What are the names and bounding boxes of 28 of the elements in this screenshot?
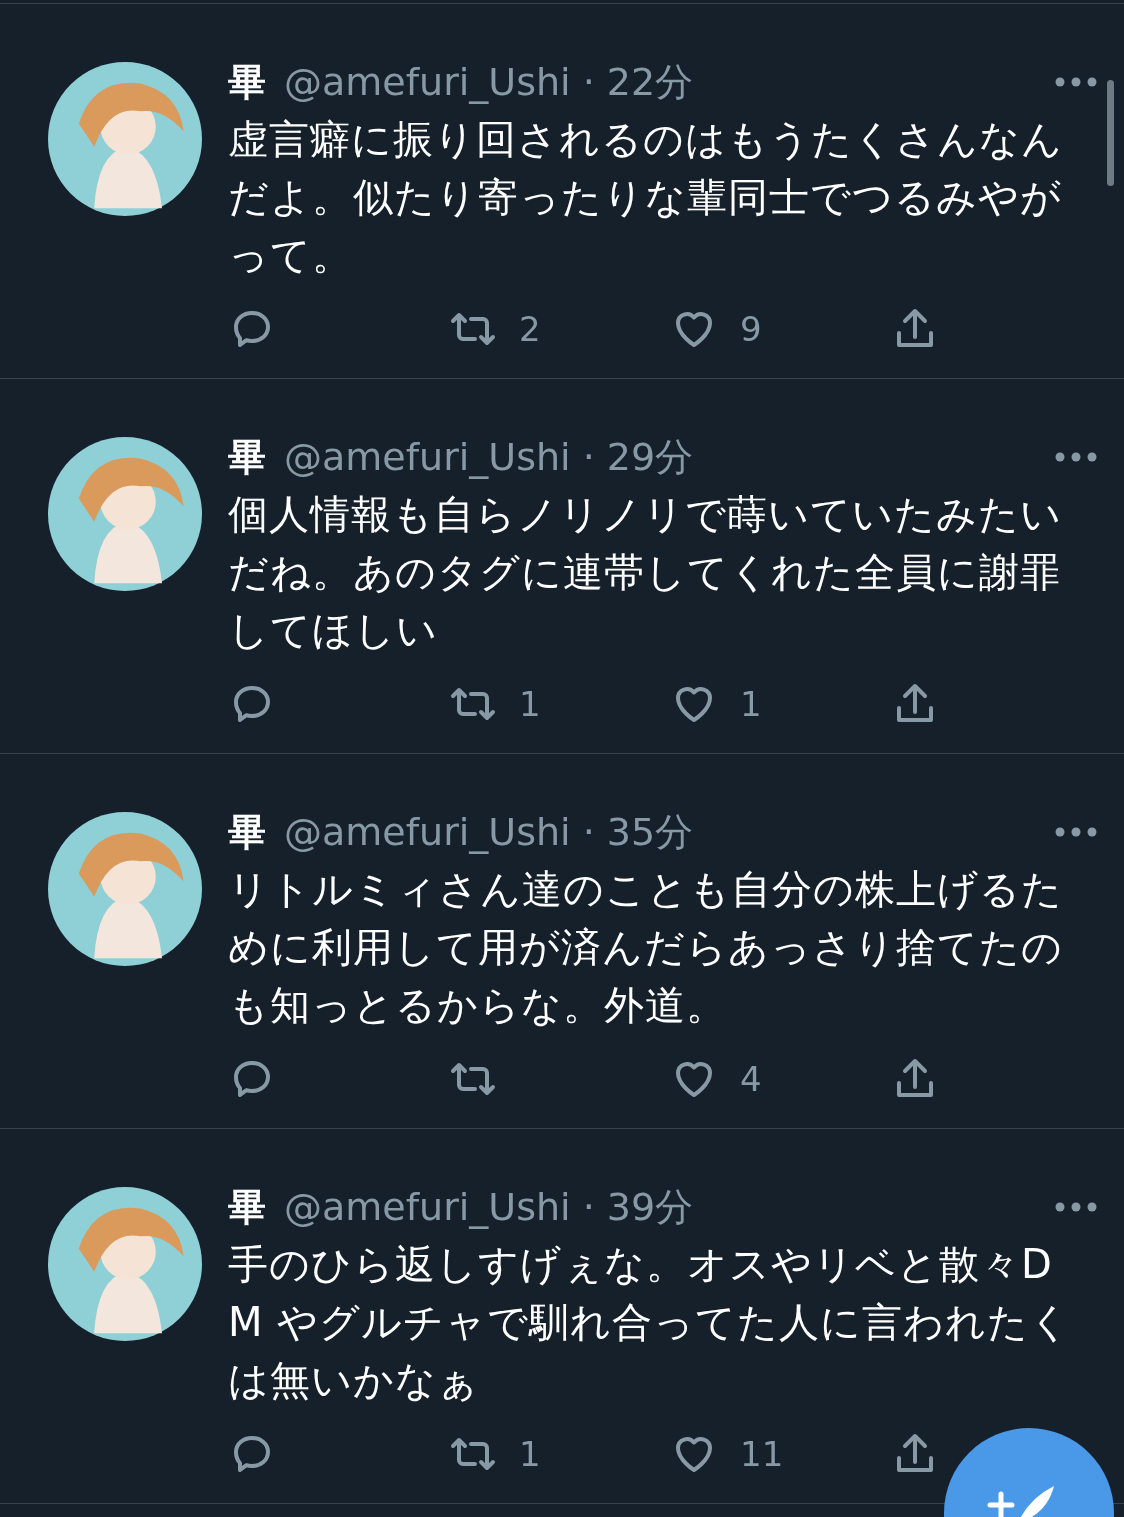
- avatar-icon[interactable]: [48, 812, 202, 966]
- tweet-text: 虚言癖に振り回されるのはもうたくさんなんだよ。似たり寄ったりな輩同士でつるみやがって。: [228, 115, 1064, 280]
- handle-and-time: @amefuri_Ushi · 39分: [284, 1183, 695, 1231]
- user-name[interactable]: 畢: [228, 431, 266, 483]
- user-name[interactable]: 畢: [228, 56, 266, 108]
- scrollbar[interactable]: [1107, 80, 1114, 186]
- like-count: 1: [740, 684, 762, 724]
- handle-and-time: @amefuri_Ushi · 35分: [284, 808, 695, 856]
- tweet-text: 手のひら返しすげぇな。オスやリベと散々DM やグルチャで馴れ合ってた人に言われたくは無いかなぁ: [228, 1240, 1073, 1405]
- avatar-icon[interactable]: [48, 1187, 202, 1341]
- like-count: 9: [740, 309, 762, 349]
- user-name[interactable]: 畢: [228, 1181, 266, 1233]
- handle-and-time: @amefuri_Ushi · 22分: [284, 58, 695, 106]
- tweet-text: 個人情報も自らノリノリで蒔いていたみたいだね。あのタグに連帯してくれた全員に謝罪してほしい: [228, 490, 1063, 655]
- user-name[interactable]: 畢: [228, 806, 266, 858]
- more-icon[interactable]: [1054, 451, 1098, 463]
- retweet-count: 1: [519, 684, 541, 724]
- like-count: 11: [740, 1434, 784, 1474]
- more-icon[interactable]: [1054, 76, 1098, 88]
- more-icon[interactable]: [1054, 826, 1098, 838]
- handle-and-time: @amefuri_Ushi · 29分: [284, 433, 695, 481]
- retweet-count: 2: [519, 309, 541, 349]
- more-icon[interactable]: [1054, 1201, 1098, 1213]
- tweet-text: リトルミィさん達のことも自分の株上げるために利用して用が済んだらあっさり捨てたのも知っとるからな。外道。: [228, 865, 1064, 1030]
- like-count: 4: [740, 1059, 762, 1099]
- retweet-count: 1: [519, 1434, 541, 1474]
- avatar-icon[interactable]: [48, 437, 202, 591]
- avatar-icon[interactable]: [48, 62, 202, 216]
